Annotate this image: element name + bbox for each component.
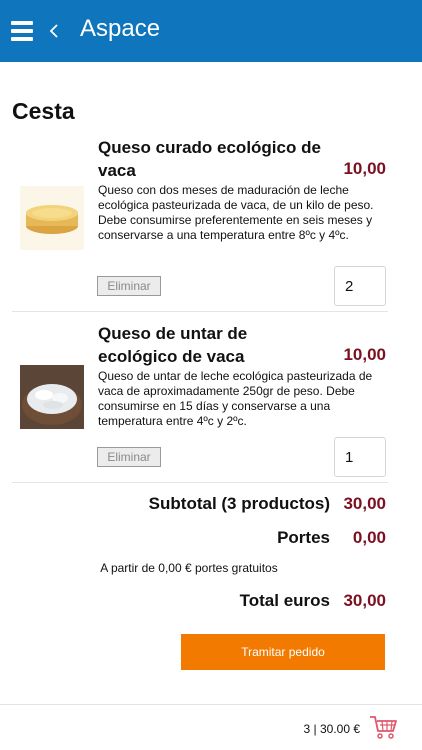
product-description: Queso de untar de leche ecológica pasteu…: [98, 369, 373, 428]
subtotal-value: 30,00: [343, 494, 386, 513]
remove-item-button[interactable]: Eliminar: [97, 447, 161, 467]
cart-item: Queso de untar de ecológico de vaca 10,0…: [12, 322, 388, 482]
product-name[interactable]: Queso curado ecológico de vaca: [98, 136, 323, 182]
checkout-button[interactable]: Tramitar pedido: [181, 634, 385, 670]
footer-bar: 3 | 30.00 €: [0, 704, 422, 750]
total-value: 30,00: [343, 591, 386, 610]
product-name[interactable]: Queso de untar de ecológico de vaca: [98, 322, 323, 368]
product-description: Queso con dos meses de maduración de lec…: [98, 183, 374, 242]
shipping-value: 0,00: [352, 528, 386, 547]
chevron-left-icon[interactable]: [46, 17, 62, 45]
item-divider: [12, 482, 388, 483]
total-label: Total euros: [239, 591, 330, 610]
item-divider: [12, 311, 388, 312]
shopping-cart-icon[interactable]: [368, 713, 398, 741]
hamburger-menu-icon[interactable]: [11, 21, 33, 41]
product-price: 10,00: [343, 345, 386, 364]
cart-item: Queso curado ecológico de vaca 10,00 Que…: [12, 136, 388, 311]
shipping-label: Portes: [277, 528, 330, 547]
subtotal-label: Subtotal (3 productos): [148, 494, 330, 513]
cheese-wheel-image[interactable]: [20, 186, 84, 250]
app-title: Aspace: [80, 15, 161, 42]
cream-cheese-bowl-image[interactable]: [20, 365, 84, 429]
free-shipping-note: A partir de 0,00 € portes gratuitos: [100, 561, 278, 575]
remove-item-button[interactable]: Eliminar: [97, 276, 161, 296]
top-app-bar: Aspace: [0, 0, 422, 62]
cart-summary[interactable]: 3 | 30.00 €: [304, 722, 361, 736]
page-title: Cesta: [12, 98, 75, 124]
quantity-input[interactable]: [334, 437, 386, 477]
product-price: 10,00: [343, 159, 386, 178]
quantity-input[interactable]: [334, 266, 386, 306]
